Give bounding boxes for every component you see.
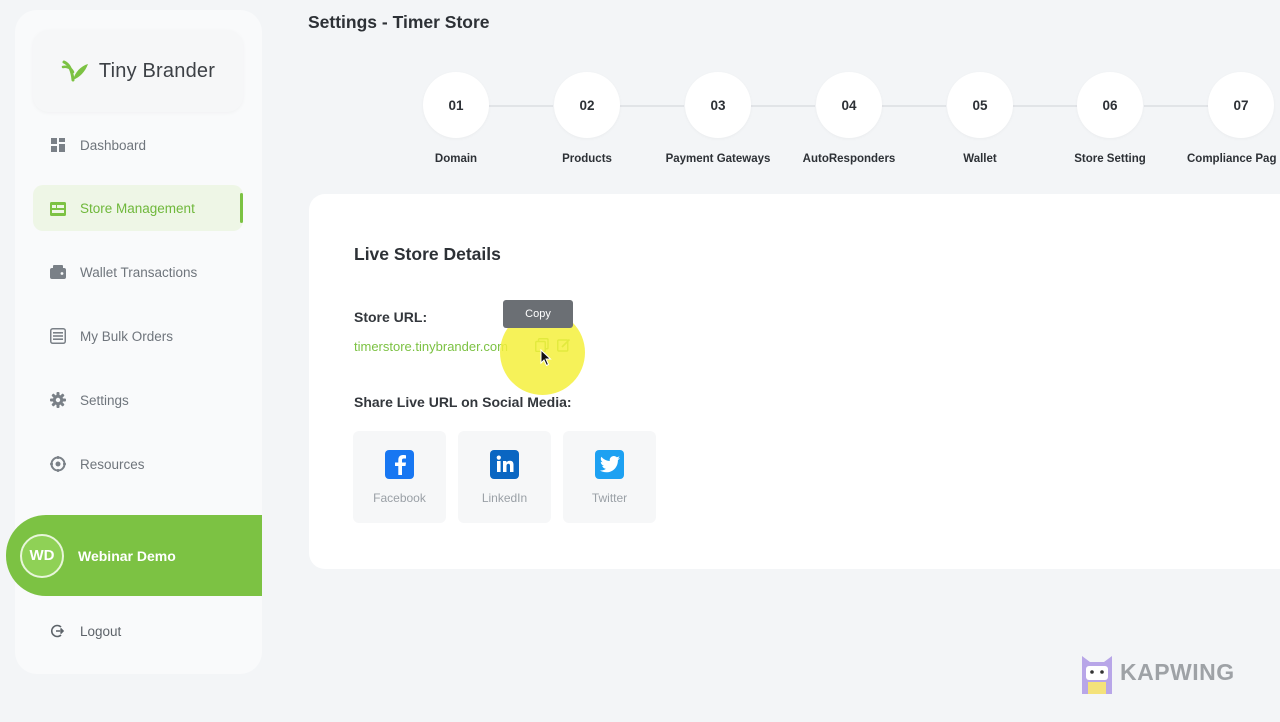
copy-tooltip: Copy	[503, 300, 573, 328]
social-name: Facebook	[373, 490, 426, 505]
step-wallet[interactable]: 05 Wallet	[925, 72, 1035, 165]
step-label: Products	[562, 153, 612, 165]
step-label: Wallet	[963, 153, 997, 165]
step-number: 03	[685, 72, 751, 138]
sidebar-item-label: Resources	[80, 456, 145, 472]
gear-icon	[50, 392, 66, 408]
watermark: KAPWING	[1080, 650, 1235, 694]
step-label: AutoResponders	[802, 153, 896, 165]
logout-button[interactable]: Logout	[33, 608, 243, 654]
mouse-cursor-icon	[540, 349, 552, 367]
setup-steps: 01 Domain 02 Products 03 Payment Gateway…	[0, 72, 1280, 172]
step-label: Compliance Pag	[1187, 153, 1277, 165]
step-number: 06	[1077, 72, 1143, 138]
step-autoresponders[interactable]: 04 AutoResponders	[794, 72, 904, 165]
step-number: 05	[947, 72, 1013, 138]
twitter-icon	[595, 449, 624, 479]
sidebar-item-my-bulk-orders[interactable]: My Bulk Orders	[33, 313, 243, 359]
sidebar-item-wallet-transactions[interactable]: Wallet Transactions	[33, 249, 243, 295]
facebook-icon	[385, 449, 414, 479]
kapwing-mascot-icon	[1082, 656, 1112, 694]
list-icon	[50, 328, 66, 344]
sidebar-item-label: Settings	[80, 392, 129, 408]
step-payment-gateways[interactable]: 03 Payment Gateways	[663, 72, 773, 165]
wallet-icon	[50, 264, 66, 280]
social-name: LinkedIn	[481, 490, 528, 505]
resources-icon	[50, 456, 66, 472]
step-number: 02	[554, 72, 620, 138]
sidebar-item-label: Store Management	[80, 200, 195, 216]
watermark-text: KAPWING	[1120, 658, 1235, 685]
step-compliance-pages[interactable]: 07 Compliance Pag	[1186, 72, 1280, 165]
share-linkedin-button[interactable]: LinkedIn	[458, 431, 551, 523]
card-title: Live Store Details	[354, 244, 501, 264]
step-number: 01	[423, 72, 489, 138]
avatar: WD	[20, 533, 64, 578]
page-title: Settings - Timer Store	[308, 12, 490, 32]
sidebar-item-settings[interactable]: Settings	[33, 377, 243, 423]
step-number: 07	[1208, 72, 1274, 138]
step-products[interactable]: 02 Products	[532, 72, 642, 165]
user-profile-card[interactable]: WD Webinar Demo	[6, 515, 262, 596]
logout-label: Logout	[80, 623, 122, 639]
sidebar-item-resources[interactable]: Resources	[33, 441, 243, 487]
user-name: Webinar Demo	[78, 547, 176, 564]
step-store-setting[interactable]: 06 Store Setting	[1055, 72, 1165, 165]
store-url-label: Store URL:	[354, 309, 428, 325]
share-label: Share Live URL on Social Media:	[354, 394, 572, 410]
store-url-link[interactable]: timerstore.tinybrander.com	[354, 339, 508, 354]
linkedin-icon	[490, 449, 519, 479]
share-twitter-button[interactable]: Twitter	[563, 431, 656, 523]
social-name: Twitter	[591, 490, 628, 505]
step-label: Payment Gateways	[665, 153, 771, 165]
step-label: Store Setting	[1074, 153, 1146, 165]
sidebar-item-label: My Bulk Orders	[80, 328, 174, 344]
logout-icon	[50, 623, 66, 639]
store-icon	[50, 200, 66, 216]
live-store-details-card: Live Store Details Store URL: timerstore…	[309, 194, 1280, 569]
step-label: Domain	[434, 153, 478, 165]
sidebar-item-store-management[interactable]: Store Management	[33, 185, 243, 231]
share-facebook-button[interactable]: Facebook	[353, 431, 446, 523]
step-number: 04	[816, 72, 882, 138]
step-domain[interactable]: 01 Domain	[401, 72, 511, 165]
sidebar-item-label: Wallet Transactions	[80, 264, 198, 280]
